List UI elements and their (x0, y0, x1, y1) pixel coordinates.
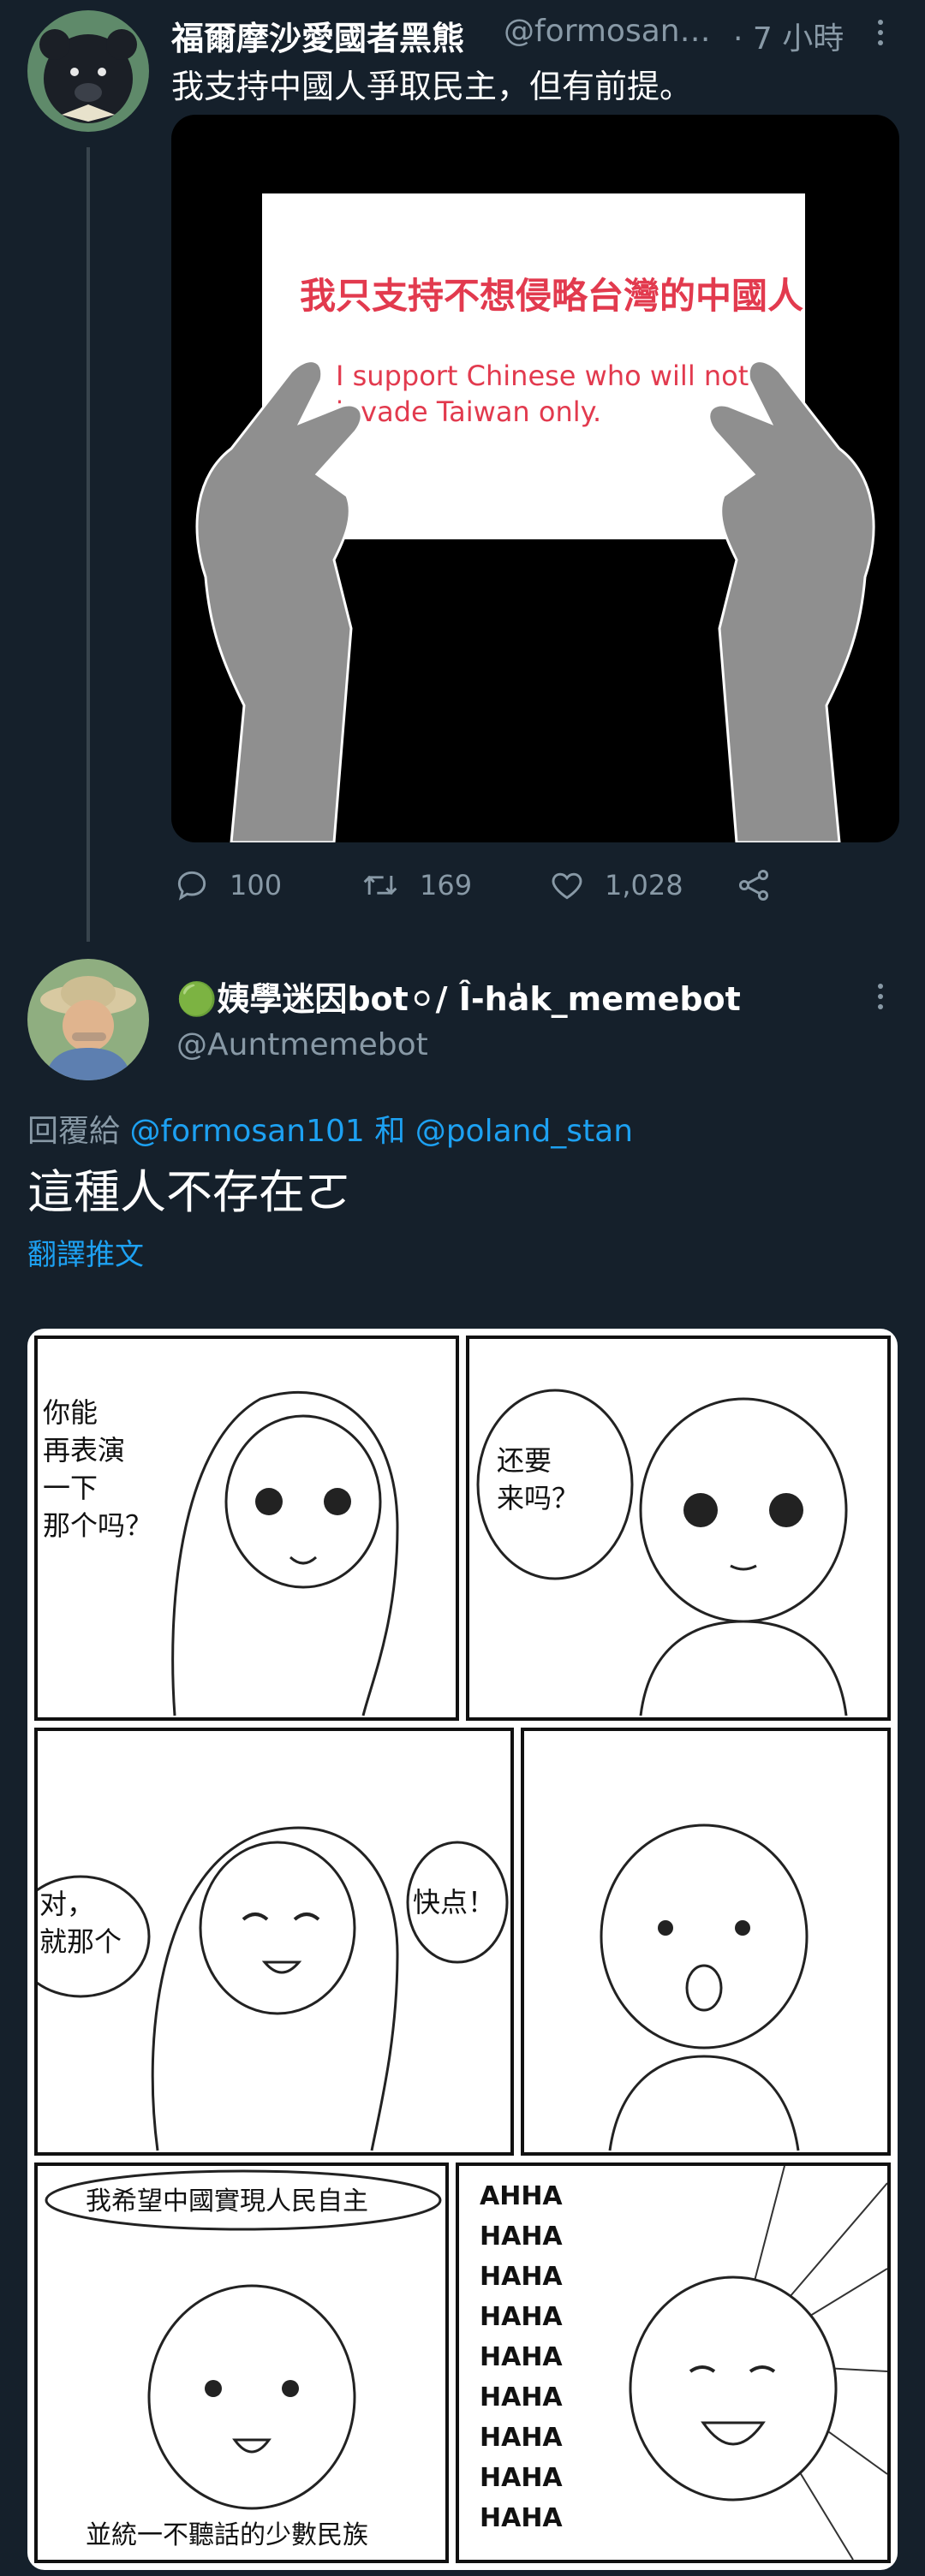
share-icon (738, 870, 769, 901)
speech-bubble-text: 快点！ (413, 1886, 496, 1919)
reply-and: 和 (374, 1114, 406, 1149)
like-button[interactable]: 1,028 (548, 866, 683, 904)
display-name[interactable]: 福爾摩沙愛國者黑熊 (171, 12, 464, 59)
tweet-time[interactable]: · 7 小時 (733, 14, 844, 58)
more-options-icon[interactable] (870, 979, 891, 1014)
reply-icon (177, 871, 206, 901)
boy-drawing (476, 1389, 848, 1716)
speech-bubble-text: 你能 再表演 一下 那个吗？ (43, 1396, 153, 1542)
user-handle[interactable]: @Auntmemebot (176, 1027, 428, 1062)
comic-panel-6: AHHA HAHA HAHA HAHA HAHA HAHA HAHA HAHA … (456, 2163, 891, 2563)
retweet-button[interactable]: 169 (360, 866, 472, 904)
tweet-text: 這種人不存在ㄛ (27, 1165, 351, 1219)
caption-bottom: 並統一不聽話的少數民族 (86, 2520, 368, 2550)
heart-icon (552, 872, 582, 900)
thread-connector-line (87, 147, 90, 942)
mention-link[interactable]: @poland_stan (415, 1114, 633, 1149)
more-options-icon[interactable] (870, 15, 891, 50)
speech-bubble-text: 对， 就那个 (39, 1888, 122, 1958)
caption-top: 我希望中國實現人民自主 (86, 2186, 368, 2216)
display-name[interactable]: 🟢姨學迷因bot⚪/ Î-ha̍k_memebot (176, 973, 741, 1020)
translate-tweet-link[interactable]: 翻譯推文 (27, 1231, 144, 1273)
retweet-count: 169 (420, 869, 473, 901)
comic-panel-1: 你能 再表演 一下 那个吗？ (34, 1336, 459, 1721)
mention-link[interactable]: @formosan101 (129, 1114, 364, 1149)
avatar[interactable] (27, 959, 149, 1080)
tweet-image[interactable]: 我只支持不想侵略台灣的中國人 I support Chinese who wil… (171, 115, 899, 842)
reply-count: 100 (230, 869, 283, 901)
tweet-text: 我支持中國人爭取民主，但有前提。 (171, 68, 693, 105)
retweet-icon (363, 875, 397, 895)
laugh-text: AHHA HAHA HAHA HAHA HAHA HAHA HAHA HAHA … (480, 2181, 563, 2533)
comic-panel-5: 我希望中國實現人民自主 並統一不聽話的少數民族 (34, 2163, 449, 2563)
reply-prefix: 回覆給 (27, 1114, 121, 1149)
reply-button[interactable]: 100 (173, 866, 282, 904)
boy-drawing (45, 2169, 442, 2510)
like-count: 1,028 (605, 869, 683, 901)
share-button[interactable] (735, 866, 773, 904)
user-handle[interactable]: @formosan… (504, 14, 711, 49)
person-avatar-icon (27, 959, 149, 1080)
speech-bubble-text: 还要 来吗？ (497, 1444, 580, 1514)
avatar[interactable] (27, 10, 149, 132)
comic-panel-4 (521, 1728, 891, 2156)
comic-panel-3: 对， 就那个 快点！ (34, 1728, 514, 2156)
hands-illustration (195, 360, 875, 842)
boy-drawing (600, 1823, 809, 2151)
comic-panel-2: 还要 来吗？ (466, 1336, 891, 1721)
bear-avatar-icon (27, 10, 149, 132)
comic-image[interactable]: 你能 再表演 一下 那个吗？ 还要 来吗？ 对， 就那个 快点！ 我希望中國實現… (27, 1329, 898, 2570)
reply-context: 回覆給 @formosan101 和 @poland_stan (27, 1106, 633, 1151)
